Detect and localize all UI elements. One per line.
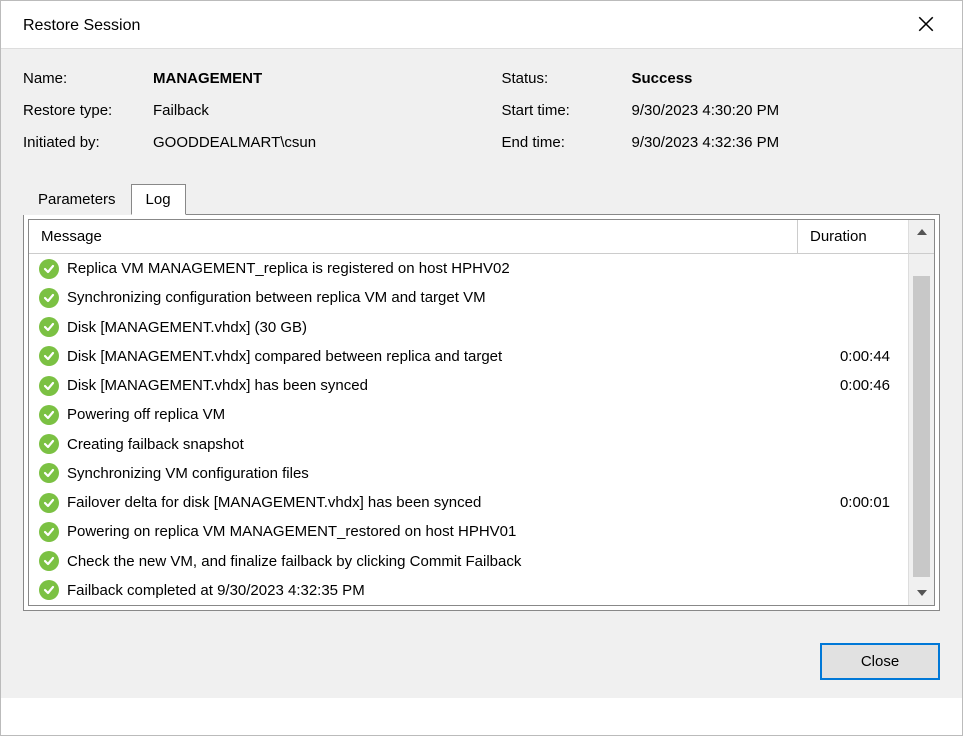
success-icon xyxy=(39,463,59,483)
info-left: Name: MANAGEMENT Restore type: Failback … xyxy=(23,67,462,163)
dialog-footer: Close xyxy=(1,629,962,698)
log-message: Failback completed at 9/30/2023 4:32:35 … xyxy=(67,579,795,602)
log-duration: 0:00:44 xyxy=(795,345,900,368)
log-message: Powering off replica VM xyxy=(67,403,795,426)
status-label: Status: xyxy=(502,67,632,91)
success-icon xyxy=(39,317,59,337)
success-icon xyxy=(39,434,59,454)
table-row[interactable]: Failback completed at 9/30/2023 4:32:35 … xyxy=(29,576,908,605)
scrollbar[interactable] xyxy=(908,254,934,605)
log-message: Powering on replica VM MANAGEMENT_restor… xyxy=(67,520,795,543)
window-title: Restore Session xyxy=(23,17,140,35)
table-row[interactable]: Check the new VM, and finalize failback … xyxy=(29,547,908,576)
table-row[interactable]: Creating failback snapshot xyxy=(29,430,908,459)
tab-panel: Message Duration Replica VM MANAGEMENT_r… xyxy=(23,214,940,611)
column-message[interactable]: Message xyxy=(29,220,798,253)
tab-log[interactable]: Log xyxy=(131,184,186,215)
end-time-value: 9/30/2023 4:32:36 PM xyxy=(632,131,780,155)
table-row[interactable]: Failover delta for disk [MANAGEMENT.vhdx… xyxy=(29,488,908,517)
log-message: Disk [MANAGEMENT.vhdx] compared between … xyxy=(67,345,795,368)
table-row[interactable]: Disk [MANAGEMENT.vhdx] has been synced0:… xyxy=(29,371,908,400)
scroll-track[interactable] xyxy=(909,254,934,581)
end-time-label: End time: xyxy=(502,131,632,155)
table-row[interactable]: Powering off replica VM xyxy=(29,400,908,429)
initiated-by-value: GOODDEALMART\csun xyxy=(153,131,316,155)
info-right: Status: Success Start time: 9/30/2023 4:… xyxy=(502,67,941,163)
chevron-down-icon[interactable] xyxy=(909,581,934,605)
column-duration[interactable]: Duration xyxy=(798,220,908,253)
success-icon xyxy=(39,259,59,279)
log-message: Disk [MANAGEMENT.vhdx] (30 GB) xyxy=(67,316,795,339)
table-row[interactable]: Disk [MANAGEMENT.vhdx] (30 GB) xyxy=(29,313,908,342)
log-message: Check the new VM, and finalize failback … xyxy=(67,550,795,573)
name-label: Name: xyxy=(23,67,153,91)
tab-strip: Parameters Log xyxy=(23,184,940,215)
log-duration: 0:00:01 xyxy=(795,491,900,514)
log-message: Creating failback snapshot xyxy=(67,433,795,456)
initiated-by-label: Initiated by: xyxy=(23,131,153,155)
success-icon xyxy=(39,551,59,571)
log-duration: 0:00:46 xyxy=(795,374,900,397)
close-button[interactable]: Close xyxy=(820,643,940,680)
success-icon xyxy=(39,346,59,366)
scroll-thumb[interactable] xyxy=(913,276,930,577)
success-icon xyxy=(39,493,59,513)
start-time-value: 9/30/2023 4:30:20 PM xyxy=(632,99,780,123)
chevron-up-icon xyxy=(909,220,934,244)
tab-parameters[interactable]: Parameters xyxy=(23,184,131,215)
start-time-label: Start time: xyxy=(502,99,632,123)
log-message: Replica VM MANAGEMENT_replica is registe… xyxy=(67,257,795,280)
log-header: Message Duration xyxy=(29,220,908,254)
name-value: MANAGEMENT xyxy=(153,67,262,91)
content-area: Name: MANAGEMENT Restore type: Failback … xyxy=(1,49,962,629)
table-row[interactable]: Synchronizing configuration between repl… xyxy=(29,283,908,312)
log-message: Failover delta for disk [MANAGEMENT.vhdx… xyxy=(67,491,795,514)
restore-type-label: Restore type: xyxy=(23,99,153,123)
table-row[interactable]: Powering on replica VM MANAGEMENT_restor… xyxy=(29,517,908,546)
title-bar: Restore Session xyxy=(1,1,962,49)
log-table: Message Duration Replica VM MANAGEMENT_r… xyxy=(28,219,935,606)
log-message: Disk [MANAGEMENT.vhdx] has been synced xyxy=(67,374,795,397)
success-icon xyxy=(39,376,59,396)
table-row[interactable]: Replica VM MANAGEMENT_replica is registe… xyxy=(29,254,908,283)
log-rows: Replica VM MANAGEMENT_replica is registe… xyxy=(29,254,908,605)
scroll-arrow-up[interactable] xyxy=(908,220,934,254)
close-icon[interactable] xyxy=(906,15,946,37)
success-icon xyxy=(39,580,59,600)
table-row[interactable]: Disk [MANAGEMENT.vhdx] compared between … xyxy=(29,342,908,371)
restore-type-value: Failback xyxy=(153,99,209,123)
success-icon xyxy=(39,288,59,308)
log-message: Synchronizing configuration between repl… xyxy=(67,286,795,309)
status-value: Success xyxy=(632,67,693,91)
session-info: Name: MANAGEMENT Restore type: Failback … xyxy=(23,67,940,163)
log-message: Synchronizing VM configuration files xyxy=(67,462,795,485)
success-icon xyxy=(39,405,59,425)
table-row[interactable]: Synchronizing VM configuration files xyxy=(29,459,908,488)
success-icon xyxy=(39,522,59,542)
